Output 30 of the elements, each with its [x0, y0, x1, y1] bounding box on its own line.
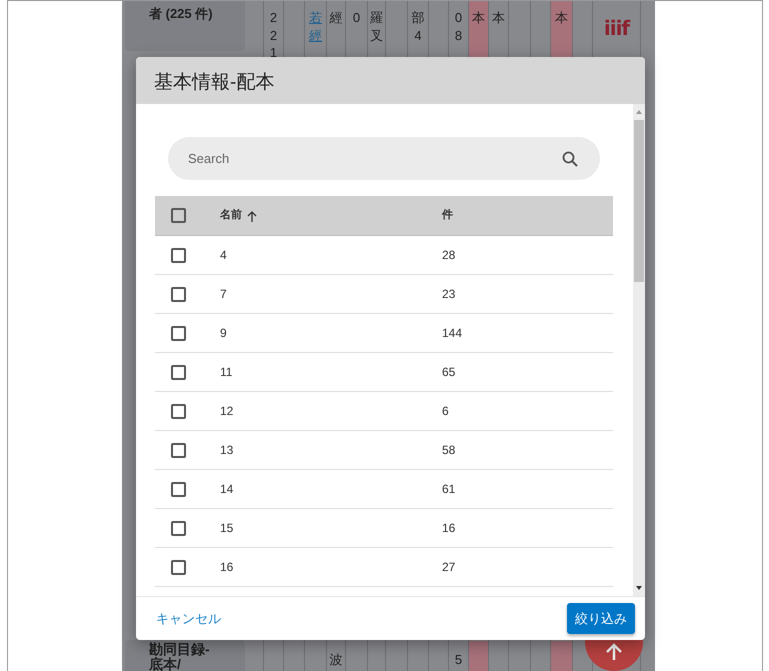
- table-cell-text: 11: [220, 364, 232, 381]
- table-cell-text: 9: [220, 325, 227, 342]
- table-cell-text: 14: [220, 481, 234, 498]
- column-header[interactable]: 名前: [220, 207, 242, 224]
- table-cell-text: 16: [442, 520, 456, 537]
- table-cell-text: 6: [442, 403, 449, 420]
- table-cell-text: 65: [442, 364, 456, 381]
- table-cell-text: 16: [220, 559, 234, 576]
- search-field[interactable]: Search: [168, 137, 600, 180]
- table-cell-text: 23: [442, 286, 456, 303]
- table-cell-text: 15: [220, 520, 234, 537]
- table-cell-text: 144: [442, 325, 462, 342]
- logo: iiif: [604, 15, 630, 42]
- table-cell-text: 7: [220, 286, 227, 303]
- facet-panel-title: 勘同目録-底本/: [149, 642, 211, 671]
- table-cell-text: 13: [220, 442, 234, 459]
- column-header[interactable]: 件: [442, 209, 453, 222]
- table-cell-text: 58: [442, 442, 456, 459]
- table-cell: 波: [326, 641, 345, 671]
- table-cell-text: 28: [442, 247, 456, 264]
- cancel-link[interactable]: キャンセル: [156, 608, 221, 628]
- facet-panel-title: 者 (225 件): [125, 1, 245, 51]
- table-cell-text: 27: [442, 559, 456, 576]
- highlighted-cell: 本: [550, 1, 572, 58]
- highlighted-cell: 本: [468, 1, 488, 58]
- apply-button[interactable]: 絞り込み: [567, 602, 635, 634]
- dialog-title: 基本情報-配本: [136, 57, 645, 104]
- table-cell-text: 61: [442, 481, 456, 498]
- table-cell-text: 4: [220, 247, 227, 264]
- table-cell-text: 12: [220, 403, 234, 420]
